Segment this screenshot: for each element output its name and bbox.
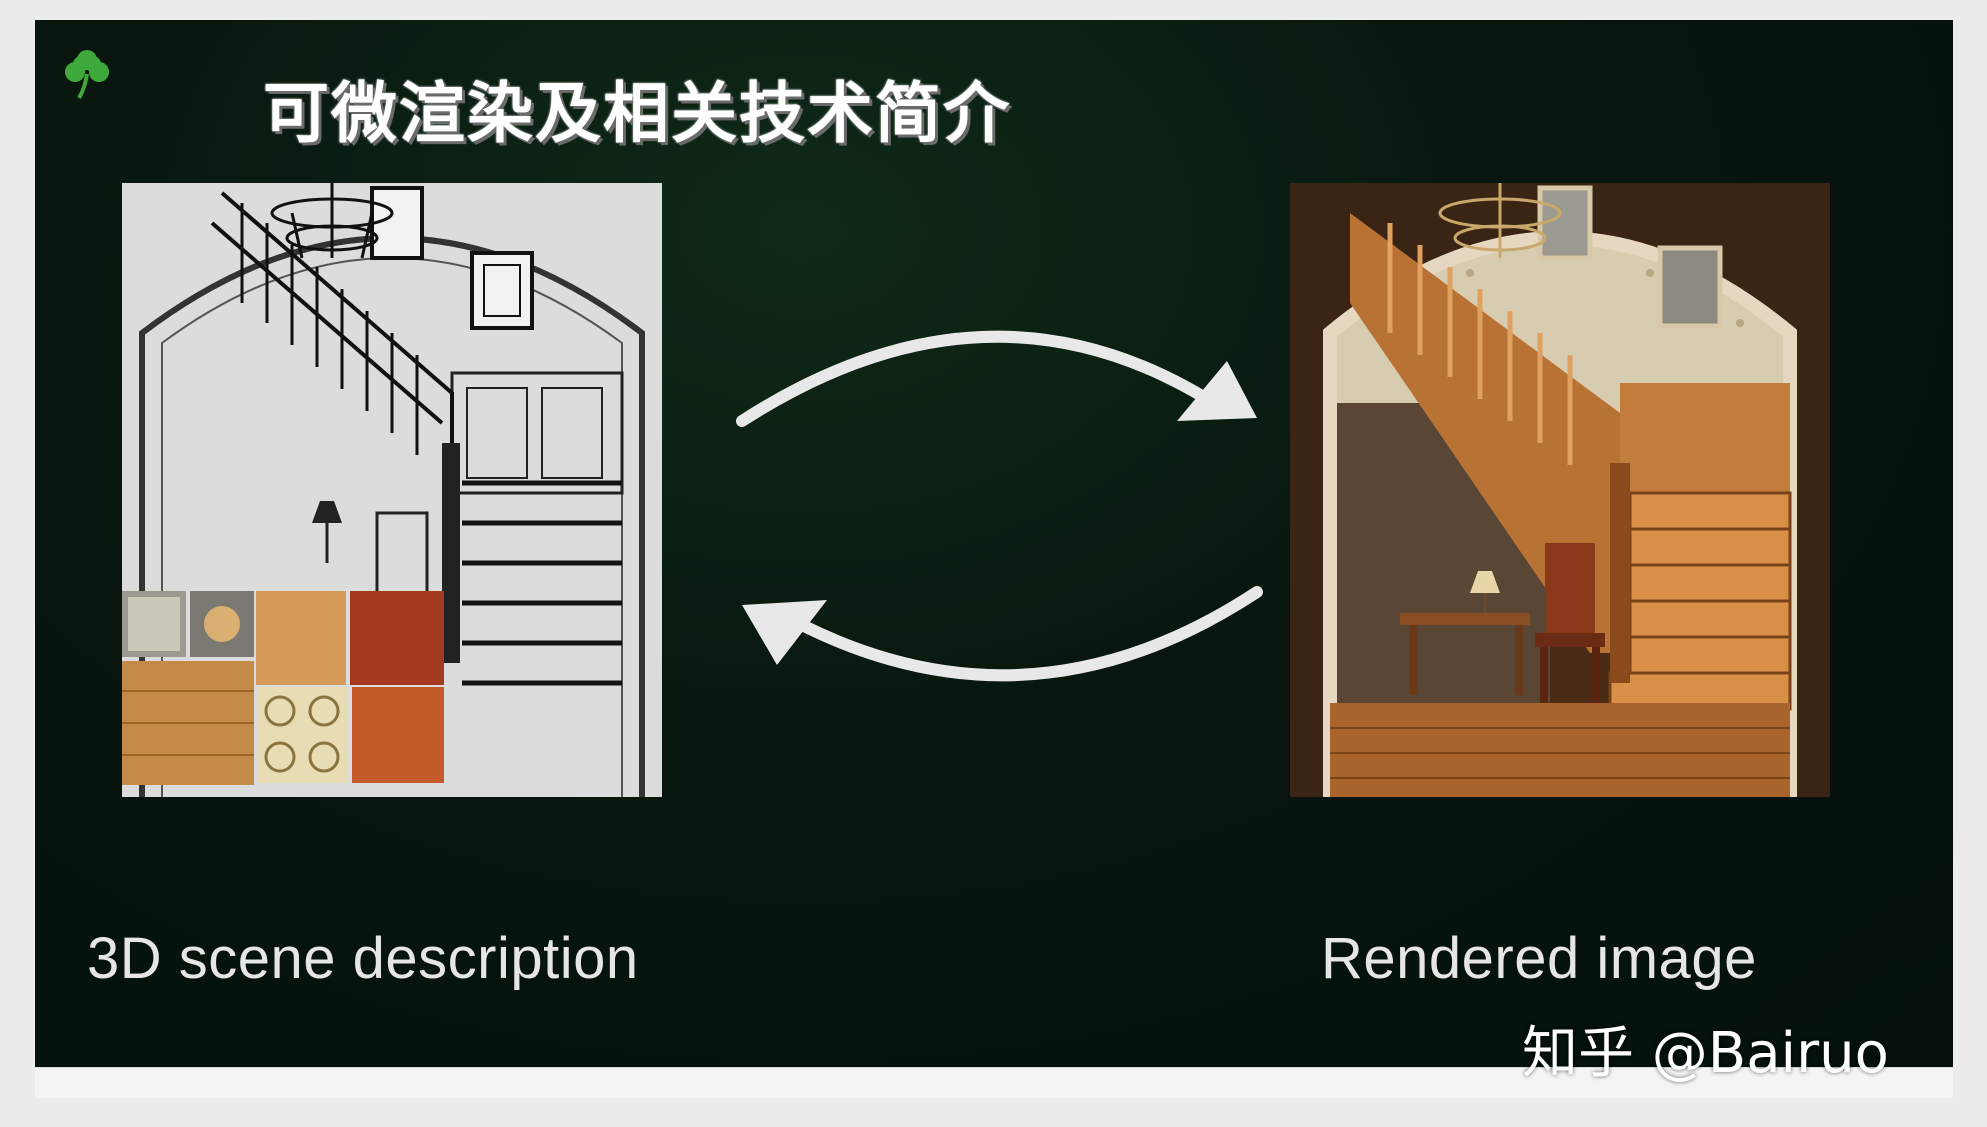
rendered-image (1290, 183, 1830, 797)
clover-leaf-icon (65, 50, 109, 100)
slide-title: 可微渲染及相关技术简介 (263, 74, 1011, 152)
scene-description-caption: 3D scene description (87, 926, 639, 991)
scene-description-image (122, 183, 662, 797)
curved-arrow-right-icon (736, 330, 1257, 427)
watermark: 知乎 @Bairuo (1522, 1021, 1889, 1086)
rendered-image-caption: Rendered image (1321, 926, 1757, 991)
curved-arrow-left-icon (742, 586, 1263, 682)
slide: 可微渲染及相关技术简介 3D scene description Rendere… (35, 20, 1953, 1067)
